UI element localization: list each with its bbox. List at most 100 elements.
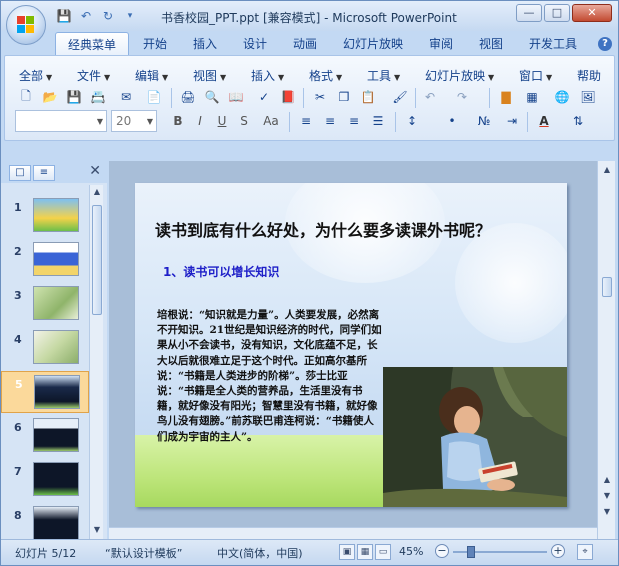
scroll-down-icon[interactable]: ▼ xyxy=(601,507,613,519)
format-painter-icon[interactable]: 🖌 xyxy=(391,88,409,106)
hyperlink-icon[interactable]: 🌐 xyxy=(553,88,571,106)
menu-help[interactable]: 帮助 xyxy=(577,67,601,84)
scroll-thumb[interactable] xyxy=(92,205,102,315)
menu-view[interactable]: 视图 ▼ xyxy=(193,67,226,84)
next-slide-icon[interactable]: ▼ xyxy=(601,491,613,503)
justify-icon[interactable]: ☰ xyxy=(369,112,387,130)
email-icon[interactable]: ✉ xyxy=(117,88,135,106)
slide-thumb-row-selected[interactable]: 5 xyxy=(1,371,89,413)
paste-icon[interactable]: 📋 xyxy=(359,88,377,106)
numbering-icon[interactable]: № xyxy=(475,112,493,130)
tab-design[interactable]: 设计 xyxy=(243,35,267,52)
save-icon[interactable]: 💾 xyxy=(65,88,83,106)
tab-insert[interactable]: 插入 xyxy=(193,35,217,52)
tab-classic-menu[interactable]: 经典菜单 xyxy=(55,32,130,56)
tab-view[interactable]: 视图 xyxy=(479,35,503,52)
spelling-icon[interactable]: ✓ xyxy=(255,88,273,106)
slide-thumb-row[interactable]: 2 xyxy=(1,239,89,281)
slide-thumb-row[interactable]: 3 xyxy=(1,283,89,325)
normal-view-icon[interactable]: ▣ xyxy=(339,544,355,560)
bold-button[interactable]: B xyxy=(169,112,187,130)
redo-icon[interactable]: ↷ xyxy=(453,88,471,106)
shadow-button[interactable]: S xyxy=(235,112,253,130)
slide-body-text[interactable]: 培根说：“知识就是力量”。人类要发展，必然离不开知识。21世纪是知识经济的时代，… xyxy=(157,308,382,445)
menu-all[interactable]: 全部 ▼ xyxy=(19,67,52,84)
preview-icon[interactable]: 🔍 xyxy=(203,88,221,106)
undo-icon[interactable]: ↶ xyxy=(77,7,95,25)
slide-title[interactable]: 读书到底有什么好处，为什么要多读课外书呢？ xyxy=(155,217,565,241)
scroll-up-icon[interactable]: ▲ xyxy=(601,165,613,177)
slide-scrollbar[interactable]: ▲ ▲ ▼ ▼ xyxy=(597,161,615,539)
slides-tab[interactable]: □ xyxy=(9,165,31,181)
zoom-level[interactable]: 45% xyxy=(399,545,423,558)
align-left-icon[interactable]: ≡ xyxy=(297,112,315,130)
theme-name[interactable]: “默认设计模板” xyxy=(105,545,182,561)
menu-format[interactable]: 格式 ▼ xyxy=(309,67,342,84)
line-spacing-icon[interactable]: ↕ xyxy=(403,112,421,130)
slide-sorter-icon[interactable]: ▦ xyxy=(357,544,373,560)
tab-home[interactable]: 开始 xyxy=(143,35,167,52)
permission-icon[interactable]: 📇 xyxy=(89,88,107,106)
tab-review[interactable]: 审阅 xyxy=(429,35,453,52)
underline-button[interactable]: U xyxy=(213,112,231,130)
customize-icon[interactable]: ▾ xyxy=(121,7,139,25)
print-icon[interactable]: 🖨 xyxy=(179,88,197,106)
horizontal-scrollbar[interactable] xyxy=(109,527,597,539)
outline-tab[interactable]: ≡ xyxy=(33,165,55,181)
redo-icon[interactable]: ↻ xyxy=(99,7,117,25)
copy-icon[interactable]: ❐ xyxy=(335,88,353,106)
indent-icon[interactable]: ⇥ xyxy=(503,112,521,130)
scroll-down-icon[interactable]: ▼ xyxy=(91,525,103,537)
clipart-icon[interactable]: 🖼 xyxy=(579,88,597,106)
office-button[interactable] xyxy=(6,5,46,45)
menu-window[interactable]: 窗口 ▼ xyxy=(519,67,552,84)
font-name-combo[interactable]: ▼ xyxy=(15,110,107,132)
slide-thumb-row[interactable]: 1 xyxy=(1,195,89,237)
zoom-out-icon[interactable]: − xyxy=(435,544,449,558)
open-icon[interactable]: 📂 xyxy=(41,88,59,106)
font-size-combo[interactable]: 20 ▼ xyxy=(111,110,157,132)
close-button[interactable]: ✕ xyxy=(572,4,612,22)
current-slide[interactable]: 读书到底有什么好处，为什么要多读课外书呢？ 1、读书可以增长知识 培根说：“知识… xyxy=(135,183,567,507)
help-icon[interactable]: ? xyxy=(598,37,612,51)
bullets-icon[interactable]: • xyxy=(443,112,461,130)
zoom-in-icon[interactable]: + xyxy=(551,544,565,558)
cut-icon[interactable]: ✂ xyxy=(311,88,329,106)
new-icon[interactable]: 🗋 xyxy=(17,88,35,106)
menu-edit[interactable]: 编辑 ▼ xyxy=(135,67,168,84)
thumbnail-scrollbar[interactable]: ▲ ▼ xyxy=(89,185,103,539)
fit-to-window-icon[interactable]: ⌖ xyxy=(577,544,593,560)
scroll-thumb[interactable] xyxy=(602,277,612,297)
scroll-up-icon[interactable]: ▲ xyxy=(91,187,103,199)
slide-thumb-row[interactable]: 7 xyxy=(1,459,89,501)
child-reading-photo[interactable] xyxy=(383,367,567,507)
undo-icon[interactable]: ↶ xyxy=(421,88,439,106)
menu-slideshow[interactable]: 幻灯片放映 ▼ xyxy=(425,67,494,84)
close-icon[interactable]: ✕ xyxy=(89,163,101,179)
slide-thumb-row[interactable]: 4 xyxy=(1,327,89,369)
align-center-icon[interactable]: ≡ xyxy=(321,112,339,130)
tab-slideshow[interactable]: 幻灯片放映 xyxy=(343,35,403,52)
tab-animation[interactable]: 动画 xyxy=(293,35,317,52)
zoom-slider-knob[interactable] xyxy=(467,546,476,558)
text-direction-icon[interactable]: ⇅ xyxy=(569,112,587,130)
research-icon[interactable]: 📖 xyxy=(227,88,245,106)
slideshow-view-icon[interactable]: ▭ xyxy=(375,544,391,560)
minimize-button[interactable]: — xyxy=(516,4,542,22)
slide-thumb-row[interactable]: 6 xyxy=(1,415,89,457)
change-case-button[interactable]: Aa xyxy=(259,112,283,130)
menu-file[interactable]: 文件 ▼ xyxy=(77,67,110,84)
align-right-icon[interactable]: ≡ xyxy=(345,112,363,130)
language-indicator[interactable]: 中文(简体，中国) xyxy=(217,545,303,561)
menu-insert[interactable]: 插入 ▼ xyxy=(251,67,284,84)
print-preview-icon[interactable]: 📄 xyxy=(145,88,163,106)
tab-developer[interactable]: 开发工具 xyxy=(529,35,577,52)
italic-button[interactable]: I xyxy=(191,112,209,130)
slide-subtitle[interactable]: 1、读书可以增长知识 xyxy=(163,263,279,280)
maximize-button[interactable]: □ xyxy=(544,4,570,22)
thesaurus-icon[interactable]: 📕 xyxy=(279,88,297,106)
chart-icon[interactable]: ▇ xyxy=(497,88,515,106)
font-color-icon[interactable]: A xyxy=(535,112,553,130)
table-icon[interactable]: ▦ xyxy=(523,88,541,106)
menu-tools[interactable]: 工具 ▼ xyxy=(367,67,400,84)
